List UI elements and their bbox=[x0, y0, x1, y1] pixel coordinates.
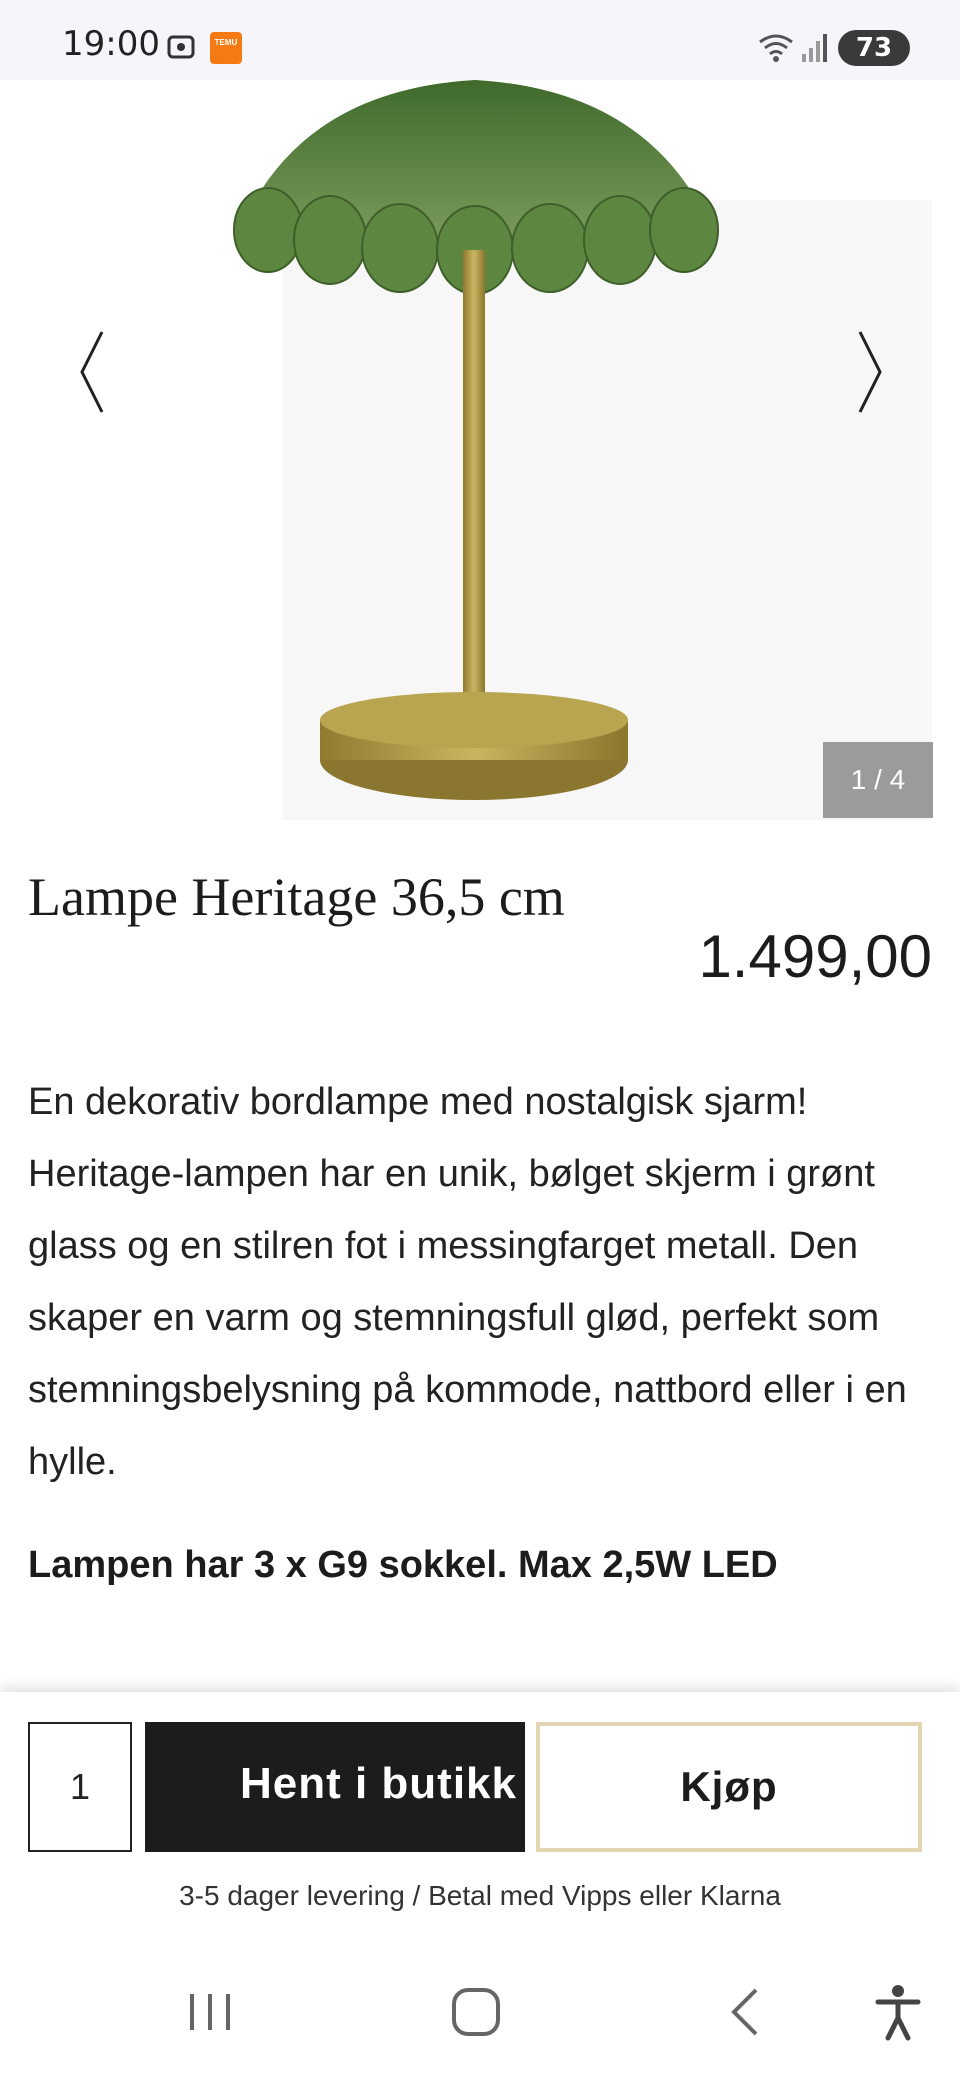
quantity-input[interactable]: 1 bbox=[28, 1722, 132, 1852]
wifi-icon bbox=[759, 34, 793, 62]
product-description: En dekorativ bordlampe med nostalgisk sj… bbox=[28, 1081, 907, 1483]
accessibility-icon[interactable] bbox=[868, 1982, 928, 2042]
screenshot-icon bbox=[167, 35, 195, 59]
chevron-left-icon[interactable] bbox=[62, 312, 122, 432]
chevron-right-icon[interactable] bbox=[840, 312, 900, 432]
home-icon[interactable] bbox=[446, 1982, 506, 2042]
signal-icon bbox=[802, 34, 827, 62]
battery-indicator: 73 bbox=[838, 30, 910, 66]
buy-bar: 1 Hent i butikk Kjøp 3-5 dager levering … bbox=[0, 1692, 960, 1942]
pickup-in-store-button[interactable]: Hent i butikk bbox=[145, 1722, 525, 1852]
buy-button[interactable]: Kjøp bbox=[536, 1722, 922, 1852]
product-image bbox=[233, 80, 719, 800]
back-icon[interactable] bbox=[716, 1982, 776, 2042]
product-price: 1.499,00 bbox=[698, 923, 932, 990]
product-title: Lampe Heritage 36,5 cm bbox=[28, 867, 565, 927]
delivery-info: 3-5 dager levering / Betal med Vipps ell… bbox=[179, 1880, 781, 1911]
product-spec: Lampen har 3 x G9 sokkel. Max 2,5W LED bbox=[28, 1544, 778, 1586]
recent-apps-icon[interactable] bbox=[180, 1982, 240, 2042]
product-image-carousel[interactable]: 1 / 4 bbox=[0, 80, 960, 820]
image-counter: 1 / 4 bbox=[823, 742, 933, 818]
status-time: 19:00 bbox=[62, 24, 160, 64]
temu-app-icon: TEMU bbox=[210, 32, 242, 64]
status-bar: 19:00 TEMU 73 bbox=[0, 0, 960, 80]
system-nav-bar bbox=[0, 1942, 960, 2080]
